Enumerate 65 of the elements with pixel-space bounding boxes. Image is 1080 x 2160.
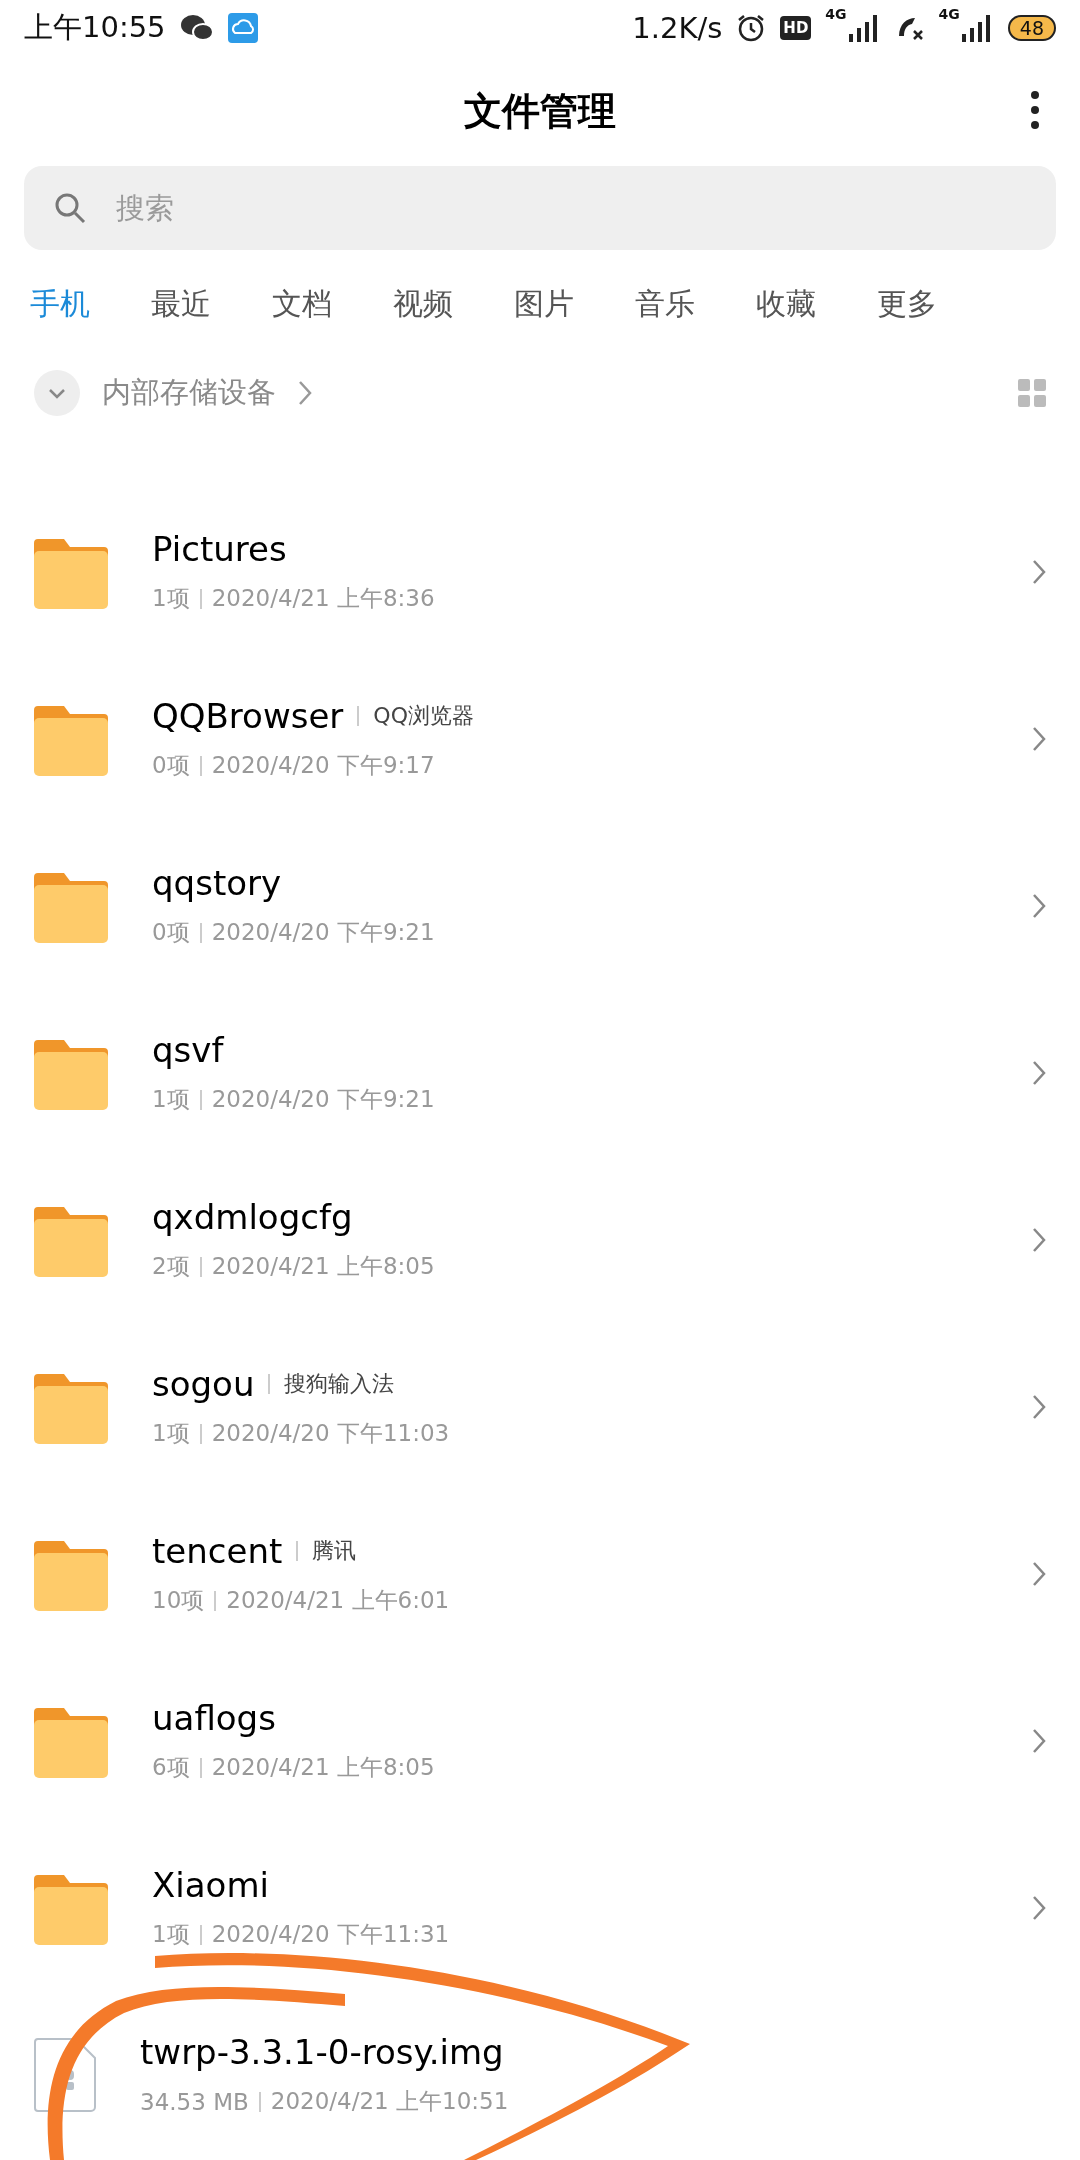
chevron-right-icon — [1032, 1894, 1046, 1921]
item-count: 10项 — [152, 1586, 205, 1615]
chevron-right-icon — [1032, 558, 1046, 585]
modified-date: 2020/4/20 下午9:17 — [211, 751, 435, 780]
item-count: 0项 — [152, 918, 190, 947]
chevron-right-icon — [1032, 725, 1046, 752]
item-count: 1项 — [152, 1085, 190, 1114]
category-tab[interactable]: 更多 — [877, 283, 998, 325]
category-tab[interactable]: 手机 — [30, 283, 151, 325]
item-count: 6项 — [152, 1753, 190, 1782]
status-time: 上午10:55 — [24, 9, 166, 46]
item-count: 34.53 MB — [140, 2088, 249, 2115]
chevron-right-icon — [1032, 1727, 1046, 1754]
page-title: 文件管理 — [464, 87, 616, 135]
modified-date: 2020/4/21 上午10:51 — [270, 2087, 509, 2116]
chevron-right-icon — [298, 380, 312, 406]
item-count: 2项 — [152, 1252, 190, 1281]
category-tab[interactable]: 视频 — [393, 283, 514, 325]
modified-date: 2020/4/21 上午8:36 — [211, 584, 435, 613]
chevron-right-icon — [1032, 892, 1046, 919]
collapse-icon[interactable] — [34, 370, 80, 416]
file-name[interactable]: Pictures — [152, 529, 287, 569]
file-name[interactable]: sogou — [152, 1364, 255, 1404]
file-name[interactable]: QQBrowser — [152, 696, 344, 736]
category-tab[interactable]: 文档 — [272, 283, 393, 325]
modified-date: 2020/4/21 上午8:05 — [211, 1252, 435, 1281]
chat-bubbles-icon — [179, 14, 214, 42]
chevron-right-icon — [1032, 1560, 1046, 1587]
search-icon — [54, 192, 86, 224]
modified-date: 2020/4/20 下午9:21 — [211, 1085, 435, 1114]
file-name[interactable]: tencent — [152, 1531, 283, 1571]
file-name[interactable]: qsvf — [152, 1030, 224, 1070]
network-speed: 1.2K/s — [632, 11, 723, 45]
file-name[interactable]: twrp-3.3.1-0-rosy.img — [140, 2032, 504, 2072]
file-name[interactable]: qqstory — [152, 863, 282, 903]
item-count: 0项 — [152, 751, 190, 780]
category-tab[interactable]: 最近 — [151, 283, 272, 325]
folder-tag: 搜狗输入法 — [284, 1369, 395, 1399]
hd-badge: HD — [780, 16, 812, 40]
modified-date: 2020/4/20 下午11:31 — [211, 1920, 450, 1949]
category-tab[interactable]: 音乐 — [635, 283, 756, 325]
modified-date: 2020/4/21 上午6:01 — [226, 1586, 450, 1615]
item-count: 1项 — [152, 1419, 190, 1448]
network-type: 4G — [825, 6, 847, 22]
chevron-right-icon — [1032, 1393, 1046, 1420]
more-options-icon[interactable] — [1030, 90, 1040, 130]
category-tab[interactable]: 图片 — [514, 283, 635, 325]
file-name[interactable]: uaflogs — [152, 1698, 276, 1738]
category-tab[interactable]: 收藏 — [756, 283, 877, 325]
network-type: 4G — [938, 6, 960, 22]
item-count: 1项 — [152, 584, 190, 613]
search-field[interactable]: 搜索 — [24, 166, 1056, 250]
chevron-right-icon — [1032, 1059, 1046, 1086]
battery-level: 48 — [1007, 15, 1056, 41]
item-count: 1项 — [152, 1920, 190, 1949]
folder-tag: QQ浏览器 — [373, 701, 474, 731]
modified-date: 2020/4/20 下午9:21 — [211, 918, 435, 947]
cloud-app-icon — [227, 13, 258, 43]
folder-tag: 腾讯 — [312, 1536, 357, 1566]
grid-view-icon[interactable] — [1018, 379, 1046, 407]
file-name[interactable]: qxdmlogcfg — [152, 1197, 353, 1237]
file-name[interactable]: Xiaomi — [152, 1865, 269, 1905]
modified-date: 2020/4/21 上午8:05 — [211, 1753, 435, 1782]
chevron-right-icon — [1032, 1226, 1046, 1253]
modified-date: 2020/4/20 下午11:03 — [211, 1419, 450, 1448]
